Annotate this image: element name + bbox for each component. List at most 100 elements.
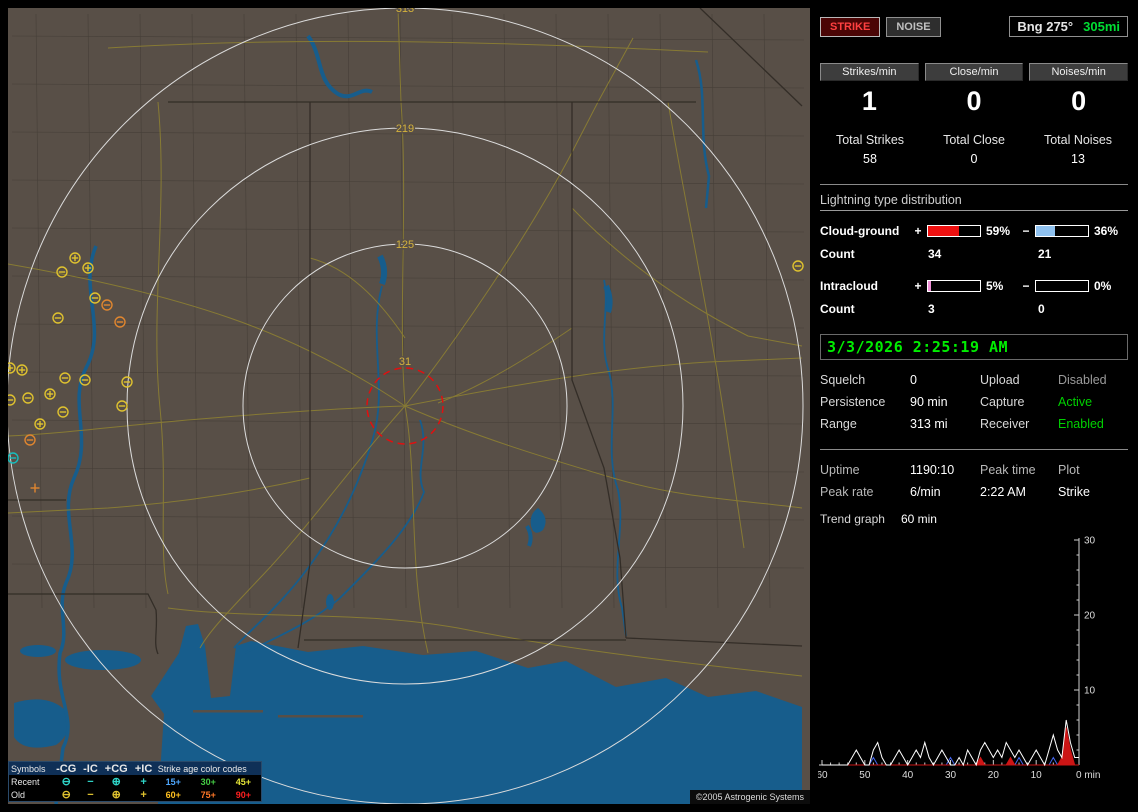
svg-text:10: 10 [1084, 686, 1096, 697]
cursor-range-value: 305mi [1083, 19, 1120, 34]
range-label: Range [820, 417, 910, 431]
persistence-value: 90 min [910, 395, 980, 409]
intracloud-count-row: Count 3 0 [820, 297, 1128, 320]
bearing-readout: Bng 275° 305mi [1009, 16, 1128, 37]
distribution-section: Lightning type distribution Cloud-ground… [820, 193, 1128, 320]
trend-graph-value: 60 min [901, 512, 937, 526]
plus-sign: + [912, 224, 924, 238]
range-value: 313 mi [910, 417, 980, 431]
total-noises-label: Total Noises [1026, 133, 1130, 147]
total-close-label: Total Close [922, 133, 1026, 147]
persistence-label: Persistence [820, 395, 910, 409]
noise-button[interactable]: NOISE [886, 17, 940, 37]
age-90: 90+ [226, 788, 261, 801]
datetime-display: 3/3/2026 2:25:19 AM [820, 334, 1128, 360]
copyright-notice: ©2005 Astrogenic Systems [690, 790, 810, 804]
receiver-label: Receiver [980, 417, 1058, 431]
ic-negative-count: 0 [1032, 302, 1045, 316]
peak-rate-label: Peak rate [820, 485, 910, 499]
strikes-per-min-value: 1 [820, 86, 919, 117]
count-label: Count [820, 302, 912, 316]
distribution-title: Lightning type distribution [820, 193, 1128, 211]
cg-positive-bar [927, 225, 981, 237]
cg-negative-pct: 36% [1092, 224, 1128, 238]
age-15: 15+ [156, 775, 191, 788]
age-30: 30+ [191, 775, 226, 788]
age-75: 75+ [191, 788, 226, 801]
legend-age-title: Strike age color codes [156, 762, 261, 775]
svg-text:60: 60 [818, 770, 828, 781]
legend-col-pos-cg: +CG [101, 762, 131, 775]
totals-section: Total Strikes Total Close Total Noises 5… [818, 133, 1130, 166]
legend-col-neg-cg: -CG [53, 762, 80, 775]
cg-negative-bar [1035, 225, 1089, 237]
ic-negative-pct: 0% [1092, 279, 1128, 293]
rates-section: Strikes/min Close/min Noises/min 1 0 0 [818, 63, 1130, 117]
minus-sign: − [1020, 224, 1032, 238]
svg-text:30: 30 [945, 770, 957, 781]
svg-text:0 min: 0 min [1076, 770, 1100, 781]
neg-cg-icon: ⊖ [53, 775, 80, 788]
neg-ic-icon: − [80, 775, 101, 788]
cg-positive-count: 34 [912, 247, 1032, 261]
uptime-label: Uptime [820, 463, 910, 477]
trend-graph: 3020106050403020100 min [818, 530, 1118, 790]
svg-text:125: 125 [396, 239, 414, 251]
legend-recent-label: Recent [9, 775, 53, 788]
map-canvas[interactable]: 31321912531 [8, 8, 810, 804]
count-label: Count [820, 247, 912, 261]
close-per-min-label: Close/min [925, 63, 1024, 81]
plot-label: Plot [1058, 463, 1128, 477]
capture-status: Active [1058, 395, 1128, 409]
capture-label: Capture [980, 395, 1058, 409]
total-noises-value: 13 [1026, 152, 1130, 166]
pos-ic-icon: + [131, 788, 155, 801]
squelch-label: Squelch [820, 373, 910, 387]
noises-per-min-label: Noises/min [1029, 63, 1128, 81]
plus-sign: + [912, 279, 924, 293]
pos-cg-icon: ⊕ [101, 775, 131, 788]
cg-positive-pct: 59% [984, 224, 1020, 238]
peak-time-value: 2:22 AM [980, 485, 1058, 499]
lightning-map[interactable]: 31321912531 Symbols -CG -IC +CG +IC Stri… [8, 8, 810, 804]
intracloud-row: Intracloud + 5% − 0% [820, 274, 1128, 297]
svg-text:20: 20 [1084, 611, 1096, 622]
cg-negative-count: 21 [1032, 247, 1051, 261]
svg-text:31: 31 [399, 356, 411, 368]
ic-positive-bar [927, 280, 981, 292]
nexstorm-window: 31321912531 Symbols -CG -IC +CG +IC Stri… [0, 0, 1138, 812]
noises-per-min-value: 0 [1029, 86, 1128, 117]
upload-status: Disabled [1058, 373, 1128, 387]
svg-text:30: 30 [1084, 536, 1096, 547]
peak-rate-value: 6/min [910, 485, 980, 499]
upload-label: Upload [980, 373, 1058, 387]
squelch-value: 0 [910, 373, 980, 387]
display-mode-row: STRIKE NOISE Bng 275° 305mi [820, 16, 1128, 37]
legend-col-neg-ic: -IC [80, 762, 101, 775]
peak-time-label: Peak time [980, 463, 1058, 477]
ic-positive-count: 3 [912, 302, 1032, 316]
svg-text:40: 40 [902, 770, 914, 781]
strike-button[interactable]: STRIKE [820, 17, 880, 37]
svg-text:20: 20 [988, 770, 1000, 781]
pos-ic-icon: + [131, 775, 155, 788]
pos-cg-icon: ⊕ [101, 788, 131, 801]
svg-text:10: 10 [1031, 770, 1043, 781]
minus-sign: − [1020, 279, 1032, 293]
map-legend: Symbols -CG -IC +CG +IC Strike age color… [8, 761, 262, 802]
age-60: 60+ [156, 788, 191, 801]
stats-section: Uptime 1190:10 Peak time Plot Peak rate … [820, 463, 1128, 499]
neg-cg-icon: ⊖ [53, 788, 80, 801]
legend-old-label: Old [9, 788, 53, 801]
status-section: Squelch 0 Upload Disabled Persistence 90… [820, 373, 1128, 431]
receiver-status: Enabled [1058, 417, 1128, 431]
total-close-value: 0 [922, 152, 1026, 166]
svg-text:219: 219 [396, 123, 414, 135]
cloud-ground-row: Cloud-ground + 59% − 36% [820, 219, 1128, 242]
strikes-per-min-label: Strikes/min [820, 63, 919, 81]
plot-value: Strike [1058, 485, 1128, 499]
cloud-ground-count-row: Count 34 21 [820, 242, 1128, 265]
sidebar: STRIKE NOISE Bng 275° 305mi Strikes/min … [818, 8, 1130, 804]
close-per-min-value: 0 [925, 86, 1024, 117]
legend-col-pos-ic: +IC [131, 762, 155, 775]
